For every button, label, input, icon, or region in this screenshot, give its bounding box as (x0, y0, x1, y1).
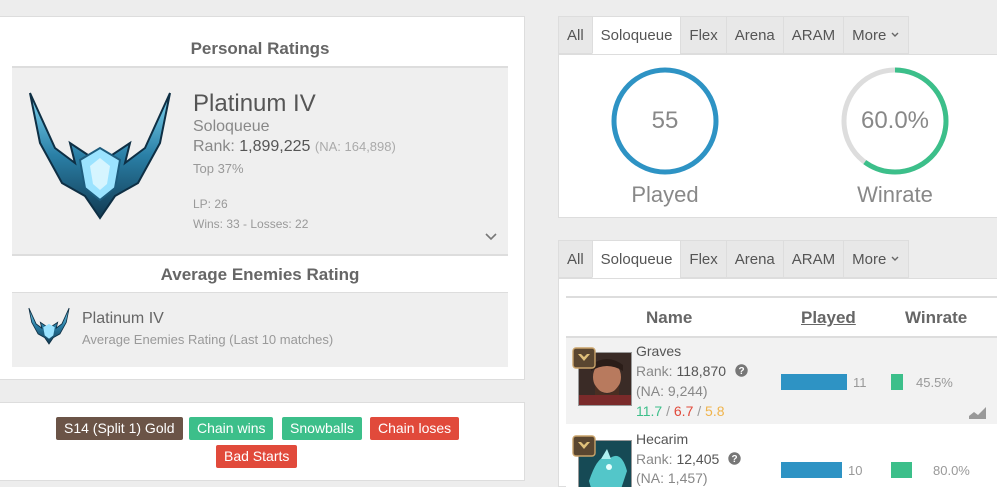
tag-chain-wins: Chain wins (189, 417, 274, 440)
tab-flex[interactable]: Flex (680, 240, 726, 278)
winrate-value: 45.5% (916, 375, 953, 390)
tab-soloqueue[interactable]: Soloqueue (591, 16, 681, 54)
rank-name: Platinum IV (193, 90, 316, 117)
column-header-name[interactable]: Name (646, 308, 692, 328)
tab-aram[interactable]: ARAM (782, 240, 844, 278)
help-icon[interactable]: ? (735, 364, 748, 377)
tag-season: S14 (Split 1) Gold (56, 417, 183, 440)
wins-losses: Wins: 33 - Losses: 22 (193, 217, 309, 231)
personal-ratings-title: Personal Ratings (190, 39, 330, 58)
champion-na-rank: (NA: 9,244) (636, 383, 708, 399)
tab-more[interactable]: More (843, 240, 910, 278)
kda-assists: 5.8 (705, 403, 725, 419)
winrate-bar (891, 462, 912, 478)
winrate-bar (891, 374, 903, 390)
svg-text:?: ? (731, 454, 737, 465)
tab-arena[interactable]: Arena (725, 16, 783, 54)
champion-rank-label: Rank: (636, 451, 673, 467)
kda-deaths: 6.7 (673, 403, 694, 419)
queue-tabs-bottom: All Soloqueue Flex Arena ARAM More (558, 240, 910, 278)
tab-more-label: More (852, 251, 887, 268)
tab-aram[interactable]: ARAM (782, 16, 844, 54)
played-label: Played (631, 182, 699, 207)
divider (12, 254, 508, 256)
tab-arena[interactable]: Arena (725, 240, 783, 278)
league-points: LP: 26 (193, 197, 228, 211)
tab-all[interactable]: All (558, 240, 592, 278)
rank-badge-icon (572, 435, 596, 457)
winrate-label: Winrate (857, 182, 933, 207)
divider (566, 296, 997, 298)
rank-top-percent: Top 37% (193, 161, 244, 176)
champion-na-rank: (NA: 1,457) (636, 470, 708, 486)
winrate-value: 60.0% (860, 107, 930, 134)
chevron-down-icon[interactable] (483, 228, 499, 244)
platinum-emblem-icon (28, 307, 70, 345)
played-count: 11 (853, 375, 867, 390)
champion-rank-value: 12,405 (676, 451, 720, 467)
tab-flex[interactable]: Flex (680, 16, 726, 54)
played-value: 55 (651, 107, 679, 134)
chevron-down-icon (891, 32, 899, 37)
champion-rank: Rank: 118,870 (636, 363, 726, 379)
champion-rank-value: 118,870 (676, 363, 727, 379)
played-bar (781, 374, 847, 390)
tab-all[interactable]: All (558, 16, 592, 54)
champion-rank-label: Rank: (636, 363, 673, 379)
average-rank-name: Platinum IV (82, 310, 164, 327)
tab-soloqueue[interactable]: Soloqueue (591, 240, 681, 278)
tags-card: S14 (Split 1) Gold Chain wins Snowballs … (0, 402, 525, 481)
average-enemies-title: Average Enemies Rating (160, 265, 360, 284)
queue-tabs-top: All Soloqueue Flex Arena ARAM More (558, 16, 910, 54)
tag-snowballs: Snowballs (282, 417, 362, 440)
trend-chart-icon[interactable] (969, 406, 986, 419)
chevron-down-icon (891, 256, 899, 261)
played-bar (781, 462, 842, 478)
winrate-value: 80.0% (933, 463, 970, 478)
rank-badge-icon (572, 347, 596, 369)
champion-rank: Rank: 12,405 (636, 451, 719, 467)
column-header-played[interactable]: Played (801, 308, 856, 328)
kda-kills: 11.7 (636, 403, 663, 419)
rank-label: Rank: (193, 138, 235, 155)
rank-line: Rank: 1,899,225 (NA: 164,898) (193, 138, 396, 156)
average-rank-subtitle: Average Enemies Rating (Last 10 matches) (82, 332, 334, 347)
champion-name[interactable]: Graves (636, 343, 681, 359)
champion-kda: 11.7 / 6.7 / 5.8 (636, 403, 725, 419)
rank-queue: Soloqueue (193, 118, 270, 135)
rank-value: 1,899,225 (239, 138, 311, 155)
champion-name[interactable]: Hecarim (636, 431, 688, 447)
tab-more[interactable]: More (843, 16, 910, 54)
rank-na: (NA: 164,898) (314, 139, 396, 154)
average-enemies-box (12, 293, 508, 367)
tab-more-label: More (852, 27, 887, 44)
svg-text:?: ? (738, 366, 744, 377)
platinum-emblem-icon (29, 92, 171, 220)
played-count: 10 (848, 463, 863, 478)
help-icon[interactable]: ? (728, 452, 741, 465)
column-header-winrate[interactable]: Winrate (905, 308, 967, 328)
tag-bad-starts: Bad Starts (216, 445, 298, 468)
tag-chain-loses: Chain loses (370, 417, 460, 440)
